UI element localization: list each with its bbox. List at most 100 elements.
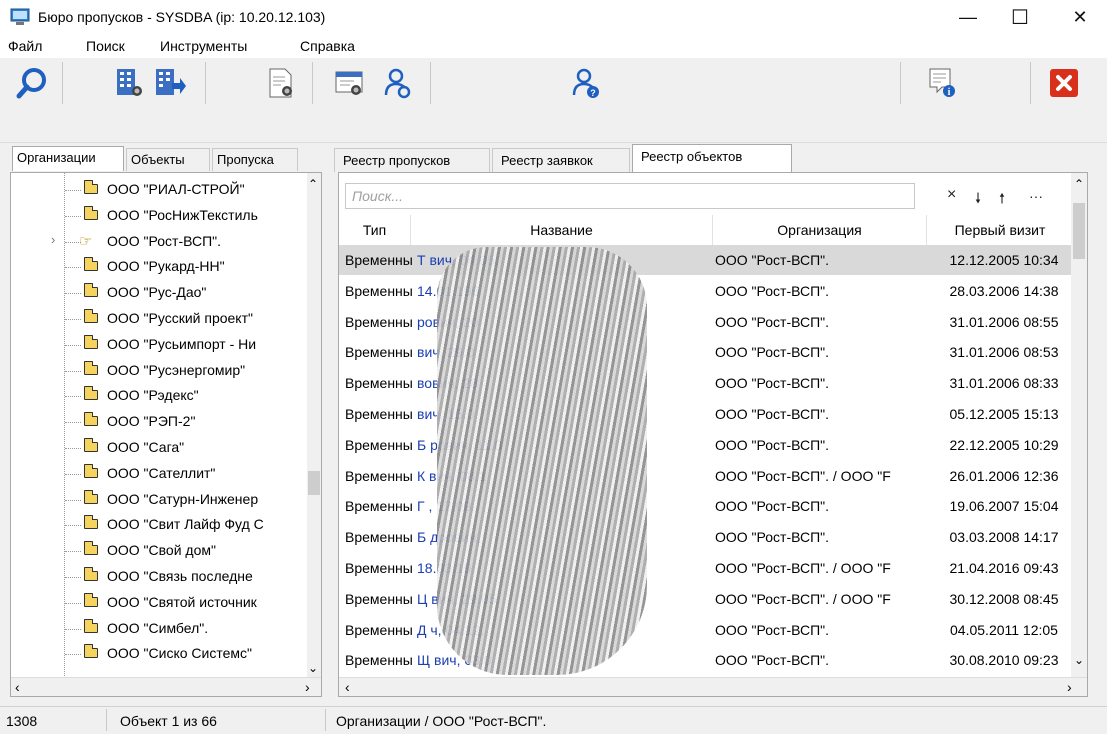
tree-item[interactable]: ООО "Рус-Дао" [11, 282, 306, 304]
tree-item[interactable]: ООО "Святой источник [11, 592, 306, 614]
tree-item[interactable]: ООО "РосНижТекстиль [11, 205, 306, 227]
tree-item[interactable]: ООО "Сателлит" [11, 463, 306, 485]
tab-request-registry[interactable]: Реестр заявкок [492, 148, 630, 172]
cell-type: Временны [345, 282, 413, 299]
tree-item[interactable]: › ☞ ООО "Рост-ВСП". [11, 231, 306, 253]
cell-organization: ООО "Рост-ВСП". [715, 313, 830, 330]
table-row[interactable]: Временны Щ вич, 03.0 ООО "Рост-ВСП". 30.08.… [339, 645, 1087, 675]
cell-organization: ООО "Рост-ВСП". [715, 498, 830, 515]
tab-object-registry[interactable]: Реестр объектов [632, 144, 792, 173]
cell-type: Временны [345, 590, 413, 607]
folder-icon [84, 644, 98, 659]
cell-first-visit: 12.12.2005 10:34 [949, 252, 1059, 268]
close-button[interactable]: ✕ [1057, 0, 1103, 34]
search-options-icon[interactable]: ··· [1029, 188, 1043, 204]
visitor-check-button[interactable]: ? [566, 64, 606, 102]
expand-icon[interactable]: › [51, 232, 55, 247]
cell-first-visit: 26.01.2006 12:36 [949, 467, 1059, 484]
tree-item[interactable]: ООО "Связь последне [11, 566, 306, 588]
search-input[interactable]: Поиск... [345, 183, 915, 209]
search-next-icon[interactable]: 🠗 [975, 188, 981, 212]
grid-horizontal-scrollbar[interactable]: ‹ › [339, 677, 1087, 696]
tree-horizontal-scrollbar[interactable]: ‹ › [11, 677, 321, 696]
tree-item[interactable]: ООО "РИАЛ-СТРОЙ" [11, 179, 306, 201]
info-button[interactable]: i [922, 64, 962, 102]
column-header-type[interactable]: Тип [339, 215, 411, 245]
window-title: Бюро пропусков - SYSDBA (ip: 10.20.12.10… [38, 9, 326, 25]
pass-search-button[interactable] [330, 64, 370, 102]
tree-item-label: ООО "РИАЛ-СТРОЙ" [107, 181, 245, 197]
search-prev-icon[interactable]: 🠕 [999, 188, 1005, 212]
minimize-button[interactable]: — [945, 0, 991, 34]
tree-item[interactable]: ООО "Сиско Системс" [11, 643, 306, 665]
tree-item-label: ООО "РосНижТекстиль [107, 206, 258, 223]
search-button[interactable] [12, 64, 52, 102]
cell-type: Временны [345, 498, 413, 515]
grid-vertical-scrollbar[interactable]: ⌃ ⌄ [1071, 173, 1087, 678]
tree-item[interactable]: ООО "Рукард-НН" [11, 256, 306, 278]
tree-item[interactable]: ООО "Русский проект" [11, 308, 306, 330]
tree-item-label: ООО "Сиско Системс" [107, 645, 252, 662]
menu-search[interactable]: Поиск [86, 38, 125, 54]
tree-item[interactable]: ООО "Сатурн-Инженер [11, 489, 306, 511]
scroll-up-icon: ⌃ [308, 177, 319, 191]
maximize-button[interactable]: ☐ [997, 0, 1043, 34]
cell-first-visit: 31.01.2006 08:53 [949, 344, 1059, 361]
org-search-icon [117, 69, 142, 96]
tree-item-label: ООО "Русэнергомир" [107, 361, 246, 378]
visitor-check-icon: ? [572, 68, 599, 98]
tree-item[interactable]: ООО "Русэнергомир" [11, 360, 306, 382]
tree-item-label: ООО "Свит Лайф Фуд С [107, 516, 264, 533]
tree-item[interactable]: ООО "РЭП-2" [11, 411, 306, 433]
tab-objects[interactable]: Объекты [126, 148, 210, 171]
tree-item[interactable]: ООО "Русьимпорт - Ни [11, 334, 306, 356]
menu-file[interactable]: Файл [8, 38, 42, 54]
tab-pass-registry[interactable]: Реестр пропусков [334, 148, 490, 172]
cell-first-visit: 31.01.2006 08:55 [949, 313, 1059, 330]
folder-icon [84, 438, 98, 452]
tree-item-label: ООО "Связь последне [107, 568, 253, 584]
folder-icon [84, 592, 98, 607]
org-search-button[interactable] [110, 64, 150, 102]
pass-search-icon [335, 71, 363, 95]
exit-button[interactable] [1044, 64, 1084, 102]
tree-item[interactable]: ООО "Свит Лайф Фуд С [11, 514, 306, 536]
menu-help[interactable]: Справка [300, 38, 355, 54]
folder-icon [84, 334, 98, 349]
tree-item[interactable]: ООО "Сага" [11, 437, 306, 459]
cell-first-visit: 22.12.2005 10:29 [949, 436, 1059, 453]
title-bar: Бюро пропусков - SYSDBA (ip: 10.20.12.10… [0, 0, 1107, 35]
clear-search-icon[interactable]: × [947, 186, 956, 204]
column-header-organization[interactable]: Организация [713, 215, 927, 245]
tree-item[interactable]: ООО "Рэдекс" [11, 385, 306, 407]
tab-organizations[interactable]: Организации [12, 146, 124, 171]
tree-item-label: ООО "Русьимпорт - Ни [107, 335, 257, 352]
cell-first-visit: 31.01.2006 08:33 [949, 375, 1059, 392]
column-header-name[interactable]: Название [411, 215, 713, 245]
svg-text:?: ? [590, 88, 596, 98]
menu-tools[interactable]: Инструменты [160, 38, 247, 54]
tree-item[interactable]: ООО "Симбел". [11, 618, 306, 640]
doc-search-button[interactable] [262, 64, 302, 102]
tree-item-label: ООО "РЭП-2" [107, 413, 196, 430]
tree-item[interactable]: ООО "Свой дом" [11, 540, 306, 562]
cell-type: Временны [345, 529, 413, 546]
info-icon: i [929, 68, 955, 98]
visitor-search-button[interactable] [378, 64, 418, 102]
cell-type: Временны [345, 344, 413, 361]
cell-organization: ООО "Рост-ВСП". / ООО "F [715, 560, 891, 576]
tree-item-label: ООО "Сателлит" [107, 464, 216, 481]
folder-icon [84, 618, 98, 633]
tree-item-label: ООО "Сатурн-Инженер [107, 490, 259, 507]
cell-organization: ООО "Рост-ВСП". [715, 436, 830, 453]
column-header-first-visit[interactable]: Первый визит [927, 215, 1073, 245]
cell-organization: ООО "Рост-ВСП". [715, 282, 830, 299]
folder-icon [84, 257, 98, 272]
org-export-button[interactable] [150, 64, 190, 102]
tree-item-label: ООО "Рэдекс" [107, 387, 199, 404]
tree-vertical-scrollbar[interactable]: ⌃ ⌄ [307, 173, 321, 678]
tab-passes[interactable]: Пропуска [212, 148, 298, 171]
cell-type: Временны [345, 252, 413, 268]
scroll-right-icon: › [305, 679, 310, 695]
app-icon [10, 8, 30, 25]
